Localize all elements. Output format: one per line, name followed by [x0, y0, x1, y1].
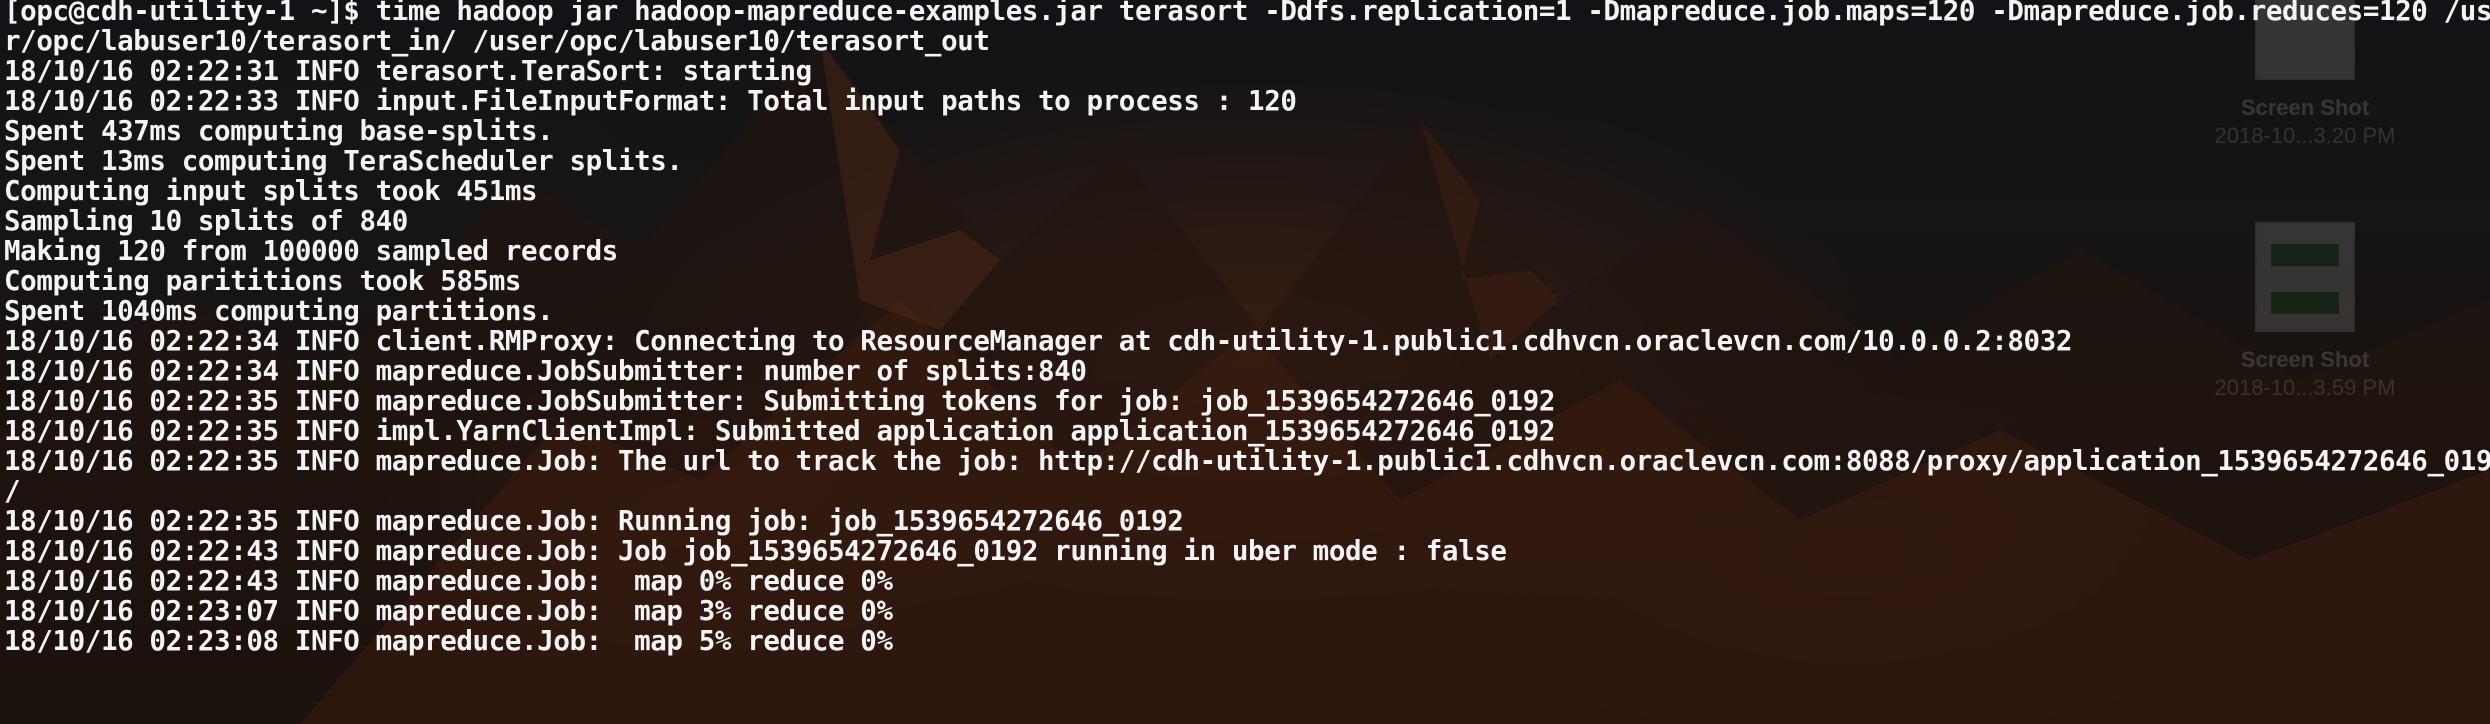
- terminal-line: 18/10/16 02:22:43 INFO mapreduce.Job: Jo…: [4, 535, 1507, 567]
- terminal-line: 18/10/16 02:22:33 INFO input.FileInputFo…: [4, 85, 1297, 117]
- terminal-line: 18/10/16 02:23:07 INFO mapreduce.Job: ma…: [4, 595, 893, 627]
- terminal-line: r/opc/labuser10/terasort_in/ /user/opc/l…: [4, 25, 990, 57]
- terminal-line: 18/10/16 02:22:31 INFO terasort.TeraSort…: [4, 55, 812, 87]
- terminal-line: Making 120 from 100000 sampled records: [4, 235, 618, 267]
- terminal-line: /: [4, 475, 21, 507]
- terminal-line: 18/10/16 02:22:43 INFO mapreduce.Job: ma…: [4, 565, 893, 597]
- terminal-line: Spent 13ms computing TeraScheduler split…: [4, 145, 683, 177]
- terminal-line: 18/10/16 02:22:35 INFO mapreduce.Job: Ru…: [4, 505, 1184, 537]
- terminal-line: 18/10/16 02:23:08 INFO mapreduce.Job: ma…: [4, 625, 893, 657]
- terminal-output[interactable]: [opc@cdh-utility-1 ~]$ time hadoop jar h…: [4, 0, 2490, 658]
- terminal-line: 18/10/16 02:22:34 INFO mapreduce.JobSubm…: [4, 355, 1087, 387]
- terminal-line: Sampling 10 splits of 840: [4, 205, 408, 237]
- terminal-line: 18/10/16 02:22:35 INFO mapreduce.Job: Th…: [4, 445, 2490, 477]
- terminal-line: 18/10/16 02:22:34 INFO client.RMProxy: C…: [4, 325, 2073, 357]
- terminal-line: Computing parititions took 585ms: [4, 265, 522, 297]
- terminal-line: 18/10/16 02:22:35 INFO mapreduce.JobSubm…: [4, 385, 1556, 417]
- terminal-line: 18/10/16 02:22:35 INFO impl.YarnClientIm…: [4, 415, 1556, 447]
- terminal-line: Computing input splits took 451ms: [4, 175, 538, 207]
- terminal-line: Spent 1040ms computing partitions.: [4, 295, 554, 327]
- terminal-line: Spent 437ms computing base-splits.: [4, 115, 554, 147]
- terminal-window[interactable]: [opc@cdh-utility-1 ~]$ time hadoop jar h…: [0, 0, 2490, 724]
